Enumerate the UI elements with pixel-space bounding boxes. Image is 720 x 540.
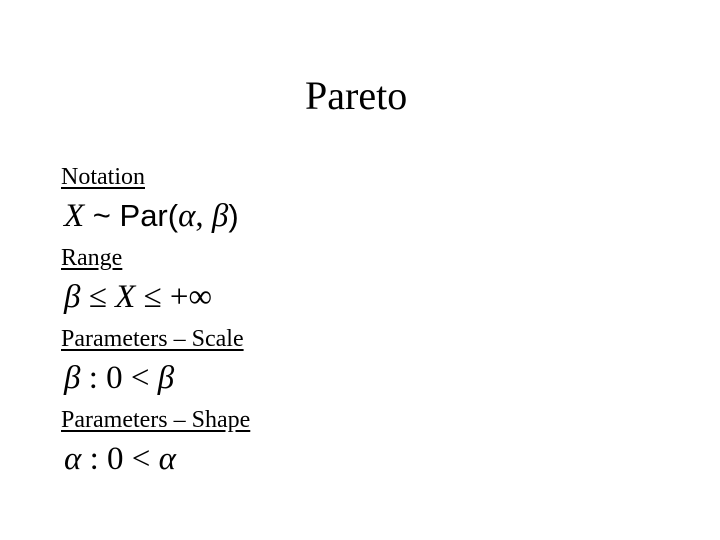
formula-operator: ≤ [80, 279, 116, 315]
formula-alpha: α [64, 441, 82, 477]
formula-beta: β [64, 279, 81, 315]
formula-infinity: +∞ [169, 279, 212, 315]
formula-beta: β [211, 198, 229, 234]
scale-parameter-label: Parameters – Scale [61, 326, 244, 352]
formula-variable: X [64, 198, 85, 234]
formula-comma: , [195, 198, 212, 234]
range-label: Range [61, 245, 123, 271]
formula-alpha: α [178, 198, 196, 234]
notation-label: Notation [61, 164, 145, 190]
formula-operator: < [122, 360, 158, 396]
range-formula: β ≤ X ≤ +∞ [64, 278, 212, 316]
formula-operator: < [123, 441, 159, 477]
slide-title: Pareto [305, 73, 408, 118]
formula-operator: ~ [84, 198, 120, 233]
formula-alpha: α [158, 441, 176, 477]
formula-variable: X [115, 279, 136, 315]
formula-colon: : [81, 441, 107, 477]
formula-operator: ≤ [135, 279, 170, 315]
shape-parameter-formula: α : 0 < α [64, 440, 176, 478]
formula-beta: β [64, 360, 81, 396]
formula-zero: 0 [107, 441, 124, 477]
formula-zero: 0 [106, 360, 123, 396]
formula-colon: : [80, 360, 107, 396]
formula-beta: β [157, 360, 175, 396]
formula-paren: ) [228, 198, 239, 233]
notation-formula: X ~ Par(α, β) [64, 197, 239, 235]
scale-parameter-formula: β : 0 < β [64, 359, 174, 397]
formula-paren: ( [167, 198, 179, 233]
formula-function: Par [119, 198, 168, 233]
shape-parameter-label: Parameters – Shape [61, 407, 251, 433]
